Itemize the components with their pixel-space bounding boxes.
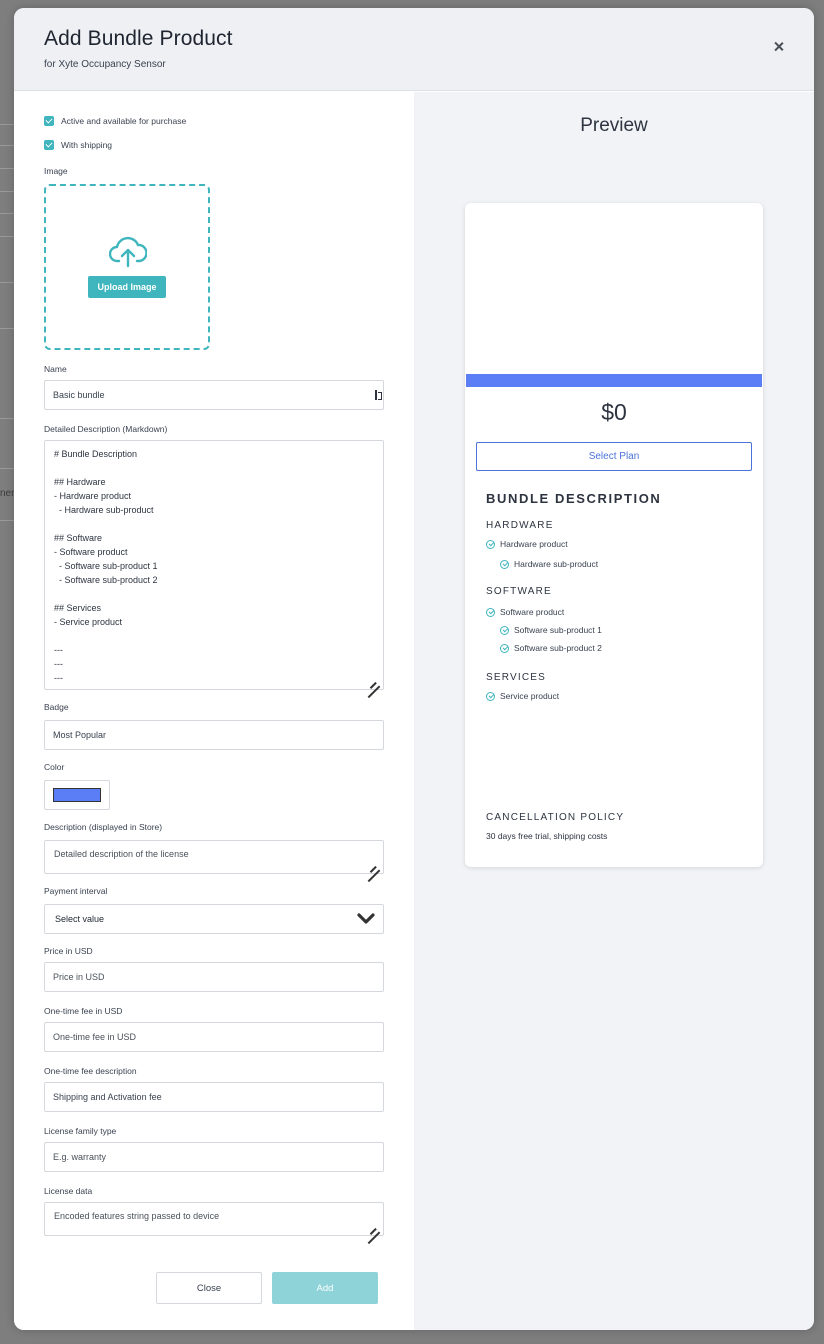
- badge-color-bar: [466, 374, 762, 387]
- license-data-label: License data: [44, 1186, 93, 1196]
- modal-title: Add Bundle Product: [44, 27, 233, 50]
- license-family-placeholder: E.g. warranty: [53, 1152, 107, 1162]
- color-picker[interactable]: [44, 780, 110, 810]
- markdown-line: - Software product: [54, 547, 128, 557]
- check-circle-icon: [500, 559, 509, 569]
- feature-item: Hardware product: [486, 539, 568, 549]
- color-swatch: [53, 788, 101, 802]
- chevron-down-icon: [357, 913, 375, 924]
- badge-input-value: Most Popular: [53, 730, 107, 740]
- markdown-line: - Software sub-product 1: [54, 561, 158, 571]
- form-panel: Active and available for purchase With s…: [14, 92, 414, 1330]
- feature-item: Software product: [486, 607, 564, 617]
- preview-title: Preview: [580, 115, 648, 136]
- services-heading: SERVICES: [486, 672, 546, 683]
- name-label: Name: [44, 364, 67, 374]
- markdown-line: [54, 587, 374, 601]
- feature-item: Software sub-product 1: [500, 625, 602, 635]
- close-button[interactable]: Close: [156, 1272, 262, 1304]
- markdown-line: ---: [54, 673, 63, 683]
- markdown-line: ## Services: [54, 603, 102, 613]
- one-time-fee-input[interactable]: One-time fee in USD: [44, 1022, 384, 1052]
- store-description-placeholder: Detailed description of the license: [54, 849, 189, 859]
- resize-handle[interactable]: [368, 674, 380, 686]
- markdown-line: - Hardware sub-product: [54, 505, 154, 515]
- image-label: Image: [44, 166, 68, 176]
- cancellation-policy-text: 30 days free trial, shipping costs: [486, 831, 608, 841]
- license-family-input[interactable]: E.g. warranty: [44, 1142, 384, 1172]
- modal-header: Add Bundle Product for Xyte Occupancy Se…: [14, 8, 814, 91]
- price-label: Price in USD: [44, 946, 93, 956]
- feature-item: Hardware sub-product: [500, 559, 598, 569]
- fee-description-input[interactable]: Shipping and Activation fee: [44, 1082, 384, 1112]
- bundle-description-heading: BUNDLE DESCRIPTION: [486, 491, 662, 506]
- active-checkbox-row[interactable]: Active and available for purchase: [44, 116, 186, 126]
- image-dropzone[interactable]: Upload Image: [44, 184, 210, 350]
- markdown-line: [54, 461, 374, 475]
- markdown-line: - Hardware product: [54, 491, 132, 501]
- shipping-checkbox-row[interactable]: With shipping: [44, 140, 112, 150]
- detailed-description-textarea[interactable]: # Bundle Description ## Hardware - Hardwar…: [44, 440, 384, 690]
- hardware-heading: HARDWARE: [486, 520, 554, 531]
- payment-interval-select[interactable]: Select value: [44, 904, 384, 934]
- feature-item: Service product: [486, 691, 559, 701]
- markdown-line: ## Hardware: [54, 477, 106, 487]
- license-data-textarea[interactable]: Encoded features string passed to device: [44, 1202, 384, 1236]
- cloud-upload-icon: [109, 236, 147, 268]
- active-checkbox[interactable]: [44, 116, 54, 126]
- active-checkbox-label: Active and available for purchase: [61, 116, 187, 126]
- select-plan-button[interactable]: Select Plan: [476, 442, 752, 471]
- feature-item: Software sub-product 2: [500, 643, 602, 653]
- close-icon[interactable]: [771, 39, 787, 55]
- markdown-line: [54, 517, 374, 531]
- software-heading: SOFTWARE: [486, 586, 552, 597]
- preview-price: $0: [601, 399, 627, 425]
- license-data-placeholder: Encoded features string passed to device: [54, 1211, 220, 1221]
- markdown-line: ---: [54, 645, 63, 655]
- upload-image-button[interactable]: Upload Image: [88, 276, 166, 298]
- store-description-label: Description (displayed in Store): [44, 822, 163, 832]
- markdown-line: - Software sub-product 2: [54, 575, 158, 585]
- preview-panel: Preview $0 Select Plan BUNDLE DESCRIPTIO…: [414, 92, 814, 1330]
- markdown-line: # Bundle Description: [54, 449, 138, 459]
- resize-handle[interactable]: [368, 1220, 380, 1232]
- fee-description-value: Shipping and Activation fee: [53, 1092, 162, 1102]
- fee-description-label: One-time fee description: [44, 1066, 137, 1076]
- one-time-fee-placeholder: One-time fee in USD: [53, 1032, 137, 1042]
- license-family-label: License family type: [44, 1126, 117, 1136]
- badge-label: Badge: [44, 702, 69, 712]
- price-input[interactable]: Price in USD: [44, 962, 384, 992]
- shipping-checkbox-label: With shipping: [61, 140, 113, 150]
- price-input-placeholder: Price in USD: [53, 972, 105, 982]
- detailed-description-content: # Bundle Description ## Hardware - Hardwar…: [54, 447, 374, 685]
- check-circle-icon: [486, 539, 495, 549]
- add-button[interactable]: Add: [272, 1272, 378, 1304]
- markdown-line: [54, 629, 374, 643]
- check-circle-icon: [486, 691, 495, 701]
- modal-subtitle: for Xyte Occupancy Sensor: [44, 59, 166, 70]
- check-circle-icon: [500, 643, 509, 653]
- name-input[interactable]: Basic bundle: [44, 380, 384, 410]
- payment-interval-label: Payment interval: [44, 886, 108, 896]
- name-input-value: Basic bundle: [53, 390, 105, 400]
- payment-interval-value: Select value: [55, 914, 105, 924]
- password-manager-icon[interactable]: [375, 390, 382, 400]
- check-circle-icon: [500, 625, 509, 635]
- resize-handle[interactable]: [368, 858, 380, 870]
- check-circle-icon: [486, 607, 495, 617]
- shipping-checkbox[interactable]: [44, 140, 54, 150]
- one-time-fee-label: One-time fee in USD: [44, 1006, 123, 1016]
- color-label: Color: [44, 762, 65, 772]
- badge-input[interactable]: Most Popular: [44, 720, 384, 750]
- add-bundle-modal: Add Bundle Product for Xyte Occupancy Se…: [14, 8, 814, 1330]
- store-description-textarea[interactable]: Detailed description of the license: [44, 840, 384, 874]
- markdown-line: - Service product: [54, 617, 123, 627]
- markdown-line: ## Software: [54, 533, 103, 543]
- cancellation-policy-heading: CANCELLATION POLICY: [486, 812, 625, 823]
- preview-card: $0 Select Plan BUNDLE DESCRIPTION HARDWA…: [465, 203, 763, 867]
- markdown-line: ---: [54, 659, 63, 669]
- detailed-description-label: Detailed Description (Markdown): [44, 424, 168, 434]
